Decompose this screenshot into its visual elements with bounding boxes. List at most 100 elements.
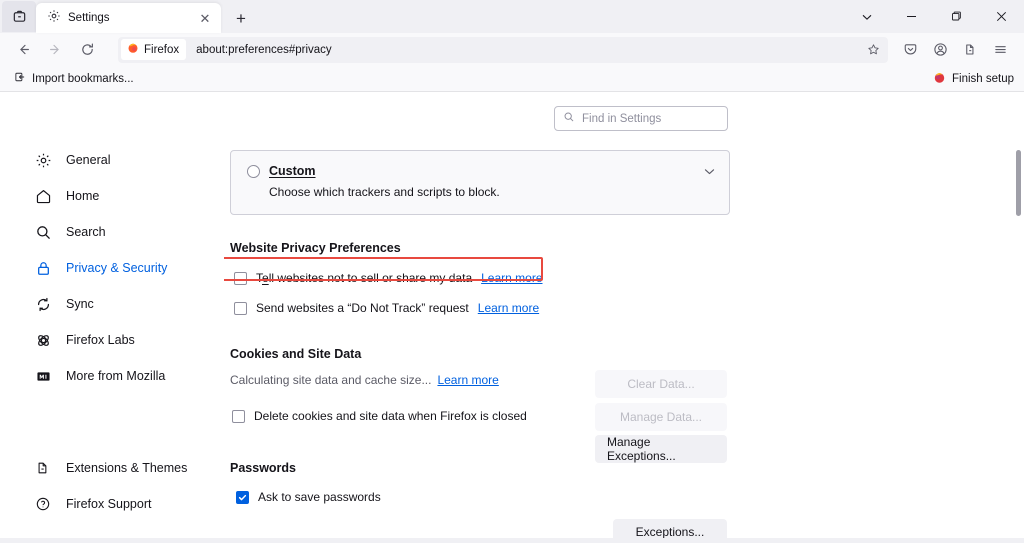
- settings-page: General Home Search Privacy & Security: [0, 92, 1024, 543]
- gear-icon: [47, 9, 61, 28]
- sidebar-spacer: [0, 394, 224, 450]
- sidebar-item-label: More from Mozilla: [66, 369, 165, 383]
- cookies-status-text: Calculating site data and cache size...: [230, 373, 431, 387]
- delete-cookies-on-close-checkbox[interactable]: [232, 410, 245, 423]
- toolbar-right-actions: [896, 36, 1016, 64]
- firefox-view-button[interactable]: [2, 1, 36, 32]
- finish-setup-button[interactable]: Finish setup: [933, 66, 1014, 92]
- minimize-button[interactable]: [889, 0, 934, 33]
- extensions-icon: [34, 459, 52, 477]
- settings-content: Find in Settings Custom Choose which tra…: [224, 92, 1024, 543]
- sidebar-item-label: Privacy & Security: [66, 261, 167, 275]
- labs-icon: [34, 331, 52, 349]
- do-not-track-learn-more-link[interactable]: Learn more: [478, 301, 539, 315]
- sidebar-item-more-from-mozilla[interactable]: More from Mozilla: [4, 358, 212, 394]
- tracking-protection-custom-card[interactable]: Custom Choose which trackers and scripts…: [230, 150, 730, 215]
- tab-title: Settings: [68, 12, 189, 24]
- scrollbar-thumb[interactable]: [1016, 150, 1021, 216]
- custom-title: Custom: [269, 164, 316, 178]
- sidebar-item-label: General: [66, 153, 110, 167]
- passwords-section: Passwords Ask to save passwords: [230, 461, 1024, 504]
- close-window-button[interactable]: [979, 0, 1024, 33]
- address-bar[interactable]: Firefox about:preferences#privacy: [118, 37, 888, 63]
- import-bookmarks-label: Import bookmarks...: [32, 73, 134, 85]
- sidebar-item-home[interactable]: Home: [4, 178, 212, 214]
- sidebar-item-label: Extensions & Themes: [66, 461, 187, 475]
- bookmark-star-icon[interactable]: [862, 39, 884, 61]
- list-all-tabs-button[interactable]: [844, 0, 889, 33]
- help-icon: [34, 495, 52, 513]
- reload-button[interactable]: [72, 36, 102, 64]
- sidebar-item-privacy-security[interactable]: Privacy & Security: [4, 250, 212, 286]
- mozilla-icon: [34, 367, 52, 385]
- sidebar-item-firefox-labs[interactable]: Firefox Labs: [4, 322, 212, 358]
- content-scrollbar[interactable]: [1016, 92, 1021, 543]
- website-privacy-section: Website Privacy Preferences Tell website…: [230, 241, 1024, 315]
- maximize-button[interactable]: [934, 0, 979, 33]
- extensions-icon[interactable]: [956, 36, 984, 64]
- sidebar-item-label: Sync: [66, 297, 94, 311]
- finish-setup-label: Finish setup: [952, 73, 1014, 85]
- page-bottom-edge: [0, 538, 1024, 543]
- sidebar-item-label: Home: [66, 189, 99, 203]
- account-icon[interactable]: [926, 36, 954, 64]
- sidebar-item-label: Search: [66, 225, 106, 239]
- find-in-settings-input[interactable]: Find in Settings: [554, 106, 728, 131]
- search-row: Find in Settings: [230, 92, 1024, 131]
- search-icon: [563, 111, 575, 126]
- navigation-toolbar: Firefox about:preferences#privacy: [0, 33, 1024, 66]
- ask-to-save-passwords-label: Ask to save passwords: [258, 490, 381, 504]
- passwords-heading: Passwords: [230, 461, 1024, 475]
- custom-radio-row[interactable]: Custom: [247, 164, 713, 178]
- sidebar-item-general[interactable]: General: [4, 142, 212, 178]
- url-text[interactable]: about:preferences#privacy: [186, 44, 862, 56]
- sidebar-item-extensions-themes[interactable]: Extensions & Themes: [4, 450, 212, 486]
- settings-sidebar: General Home Search Privacy & Security: [0, 92, 224, 543]
- custom-radio-button[interactable]: [247, 165, 260, 178]
- bookmarks-toolbar: Import bookmarks... Finish setup: [0, 66, 1024, 92]
- do-not-track-checkbox[interactable]: [234, 302, 247, 315]
- pocket-icon[interactable]: [896, 36, 924, 64]
- sidebar-item-search[interactable]: Search: [4, 214, 212, 250]
- manage-exceptions-button[interactable]: Manage Exceptions...: [595, 435, 727, 463]
- find-in-settings-placeholder: Find in Settings: [582, 113, 661, 125]
- ask-to-save-passwords-checkbox[interactable]: [236, 491, 249, 504]
- firefox-logo-icon: [127, 42, 139, 57]
- delete-cookies-on-close-label: Delete cookies and site data when Firefo…: [254, 409, 527, 423]
- hamburger-menu-icon[interactable]: [986, 36, 1014, 64]
- search-icon: [34, 223, 52, 241]
- identity-chip[interactable]: Firefox: [121, 39, 186, 60]
- tell-websites-not-to-sell-row[interactable]: Tell websites not to sell or share my da…: [234, 271, 1024, 285]
- lock-icon: [34, 259, 52, 277]
- tab-settings[interactable]: Settings ✕: [36, 3, 221, 33]
- tell-websites-label-text: ll websites not to sell or share my data: [269, 271, 472, 285]
- back-button[interactable]: [8, 36, 38, 64]
- new-tab-button[interactable]: +: [227, 4, 255, 32]
- custom-description: Choose which trackers and scripts to blo…: [269, 185, 713, 199]
- import-icon: [14, 71, 26, 86]
- clear-data-button[interactable]: Clear Data...: [595, 370, 727, 398]
- sidebar-item-label: Firefox Labs: [66, 333, 135, 347]
- identity-chip-label: Firefox: [144, 44, 179, 56]
- sidebar-item-sync[interactable]: Sync: [4, 286, 212, 322]
- do-not-track-label: Send websites a “Do Not Track” request: [256, 301, 469, 315]
- manage-data-button[interactable]: Manage Data...: [595, 403, 727, 431]
- website-privacy-heading: Website Privacy Preferences: [230, 241, 1024, 255]
- cookies-learn-more-link[interactable]: Learn more: [437, 373, 498, 387]
- forward-button[interactable]: [40, 36, 70, 64]
- gear-icon: [34, 151, 52, 169]
- ask-to-save-passwords-row[interactable]: Ask to save passwords: [236, 490, 1024, 504]
- tab-strip: Settings ✕ +: [0, 0, 1024, 33]
- sidebar-item-firefox-support[interactable]: Firefox Support: [4, 486, 212, 522]
- chevron-down-icon[interactable]: [703, 165, 716, 183]
- tell-websites-checkbox[interactable]: [234, 272, 247, 285]
- home-icon: [34, 187, 52, 205]
- tell-websites-learn-more-link[interactable]: Learn more: [481, 271, 542, 285]
- sync-icon: [34, 295, 52, 313]
- cookies-heading: Cookies and Site Data: [230, 347, 1024, 361]
- window-controls: [844, 0, 1024, 33]
- firefox-logo-icon: [933, 71, 946, 87]
- do-not-track-row[interactable]: Send websites a “Do Not Track” request L…: [234, 301, 1024, 315]
- close-icon[interactable]: ✕: [196, 9, 214, 27]
- import-bookmarks-button[interactable]: Import bookmarks...: [10, 69, 138, 88]
